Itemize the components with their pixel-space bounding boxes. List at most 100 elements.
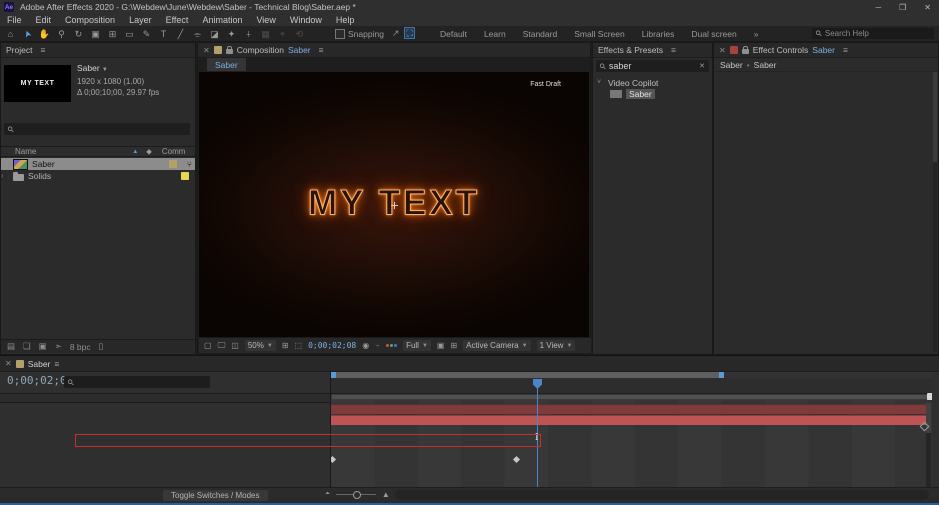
magnification-dropdown[interactable]: 50% ▼	[244, 340, 276, 351]
menu-file[interactable]: File	[7, 15, 22, 25]
target-region-icon[interactable]: ▣	[437, 341, 445, 350]
new-composition-icon[interactable]: ▣	[39, 341, 47, 352]
roto-brush-tool[interactable]: ✦	[223, 26, 240, 42]
axis-c-tool[interactable]: ⟲	[291, 26, 308, 42]
menu-edit[interactable]: Edit	[36, 15, 52, 25]
choose-grid-icon[interactable]: ⊞	[282, 341, 289, 350]
type-tool[interactable]: T	[155, 26, 172, 42]
item-name[interactable]: Solids	[28, 171, 177, 181]
transparency-grid-icon[interactable]: ⊞	[450, 341, 457, 350]
align-icon[interactable]: ↗	[392, 28, 400, 38]
scrollbar[interactable]	[933, 72, 937, 352]
panel-menu-icon[interactable]: ≡	[671, 45, 676, 55]
project-flowchart-icon[interactable]: ➣	[55, 341, 62, 352]
close-icon[interactable]: ✕	[203, 46, 210, 55]
comp-doc-tab[interactable]: Saber	[207, 58, 246, 71]
breadcrumb-comp[interactable]: Saber	[720, 60, 743, 70]
label-swatch[interactable]	[181, 172, 189, 180]
effect-controls-tab[interactable]: ✕ Effect Controls Saber ≡	[714, 43, 938, 58]
layer-bar-saber[interactable]	[331, 415, 931, 425]
axis-a-tool[interactable]: ▦	[257, 26, 274, 42]
workspace-small-screen[interactable]: Small Screen	[574, 29, 625, 39]
zoom-slider-handle[interactable]	[352, 491, 361, 499]
timeline-track-area[interactable]: I	[330, 371, 932, 489]
workspace-standard[interactable]: Standard	[523, 29, 558, 39]
zoom-out-icon[interactable]: ⏶	[325, 491, 330, 498]
delete-icon[interactable]: ▯	[99, 341, 104, 352]
comp-timecode[interactable]: 0;00;02;08	[308, 341, 356, 350]
chevron-open-icon[interactable]: ˅	[597, 79, 605, 86]
label-swatch[interactable]	[168, 160, 177, 168]
keyframe-diamond[interactable]	[331, 455, 337, 464]
always-preview-icon[interactable]: ▢	[204, 341, 212, 350]
workspace-overflow-icon[interactable]: »	[754, 29, 759, 39]
clear-search-icon[interactable]: ✕	[699, 62, 705, 70]
expander-icon[interactable]: ›	[1, 173, 9, 180]
time-navigator[interactable]	[331, 372, 932, 378]
timeline-tab[interactable]: ✕ Saber ≡	[0, 356, 939, 372]
close-icon[interactable]: ✕	[5, 359, 12, 368]
pen-tool[interactable]: ✎	[138, 26, 155, 42]
project-row-solids[interactable]: › Solids	[1, 170, 195, 182]
navigator-start-handle[interactable]	[331, 372, 336, 378]
breadcrumb-layer[interactable]: Saber	[754, 60, 777, 70]
panel-menu-icon[interactable]: ≡	[54, 359, 59, 369]
menu-composition[interactable]: Composition	[65, 15, 115, 25]
effects-presets-tab[interactable]: Effects & Presets ≡	[593, 43, 712, 58]
effects-group-row[interactable]: ˅ Video Copilot	[593, 77, 712, 88]
composition-panel-tab[interactable]: ✕ Composition Saber ≡	[198, 43, 590, 58]
workspace-dual-screen[interactable]: Dual screen	[691, 29, 736, 39]
panel-menu-icon[interactable]: ≡	[843, 45, 848, 55]
toggle-switches-button[interactable]: Toggle Switches / Modes	[163, 490, 268, 501]
snapshot-icon[interactable]: ◉	[362, 341, 369, 350]
maximize-button[interactable]: ❐	[899, 3, 906, 12]
project-column-header[interactable]: Name ▲ ⬥ Comm	[1, 146, 195, 157]
new-folder-icon[interactable]: ❏	[23, 341, 31, 352]
chevron-down-icon[interactable]: ▼	[102, 67, 108, 73]
grid-3d-icon[interactable]: ⛶	[404, 27, 415, 39]
eraser-tool[interactable]: ◪	[206, 26, 223, 42]
zoom-slider[interactable]	[335, 491, 376, 499]
comp-name[interactable]: Saber	[77, 63, 100, 73]
resolution-dropdown[interactable]: Full ▼	[403, 340, 431, 351]
show-snapshot-icon[interactable]: ⌁	[375, 341, 380, 350]
rotation-tool[interactable]: ↻	[70, 26, 87, 42]
region-of-interest-icon[interactable]: ⬚	[295, 341, 303, 350]
item-name[interactable]: Saber	[32, 159, 165, 169]
column-name[interactable]: Name	[15, 147, 36, 156]
project-row-saber[interactable]: › Saber ⑂	[1, 158, 195, 170]
timeline-scrollbar[interactable]	[926, 403, 931, 489]
snapping-checkbox[interactable]	[335, 28, 345, 39]
camera-tool[interactable]: ▣	[87, 26, 104, 42]
menu-animation[interactable]: Animation	[202, 15, 242, 25]
close-button[interactable]: ✕	[924, 3, 931, 12]
sort-arrow-icon[interactable]: ▲	[132, 149, 138, 155]
menu-layer[interactable]: Layer	[129, 15, 152, 25]
composition-viewer[interactable]: MY TEXT Fast Draft	[199, 72, 589, 338]
panel-menu-icon[interactable]: ≡	[319, 45, 324, 55]
effects-item-row[interactable]: Saber	[593, 88, 712, 99]
camera-dropdown[interactable]: Active Camera ▼	[463, 340, 531, 351]
time-navigator-bar[interactable]	[331, 372, 723, 378]
lock-icon[interactable]	[741, 46, 749, 54]
label-column-icon[interactable]: ⬥	[146, 147, 152, 157]
keyframe-diamond[interactable]	[512, 455, 521, 464]
clone-stamp-tool[interactable]: ⌯	[189, 26, 206, 42]
panel-menu-icon[interactable]: ≡	[40, 45, 45, 55]
timeline-search-box[interactable]: ⚲	[64, 376, 210, 388]
layer-bar-mytext[interactable]	[331, 404, 931, 414]
main-view-icon[interactable]: 🖵	[218, 341, 226, 351]
project-search-box[interactable]: ⚲	[4, 123, 190, 135]
workspace-learn[interactable]: Learn	[484, 29, 506, 39]
menu-help[interactable]: Help	[336, 15, 355, 25]
menu-effect[interactable]: Effect	[166, 15, 189, 25]
effects-search-box[interactable]: ⚲ saber ✕	[596, 60, 709, 72]
flowchart-icon[interactable]: ⑂	[187, 159, 192, 169]
column-comment[interactable]: Comm	[162, 147, 186, 156]
zoom-tool[interactable]: ⚲	[53, 26, 70, 42]
time-ruler[interactable]	[331, 379, 932, 394]
brush-tool[interactable]: ╱	[172, 26, 189, 42]
channels-icon[interactable]	[386, 344, 398, 347]
axis-b-tool[interactable]: ⌖	[274, 26, 291, 42]
hand-tool[interactable]: ✋	[36, 26, 53, 42]
